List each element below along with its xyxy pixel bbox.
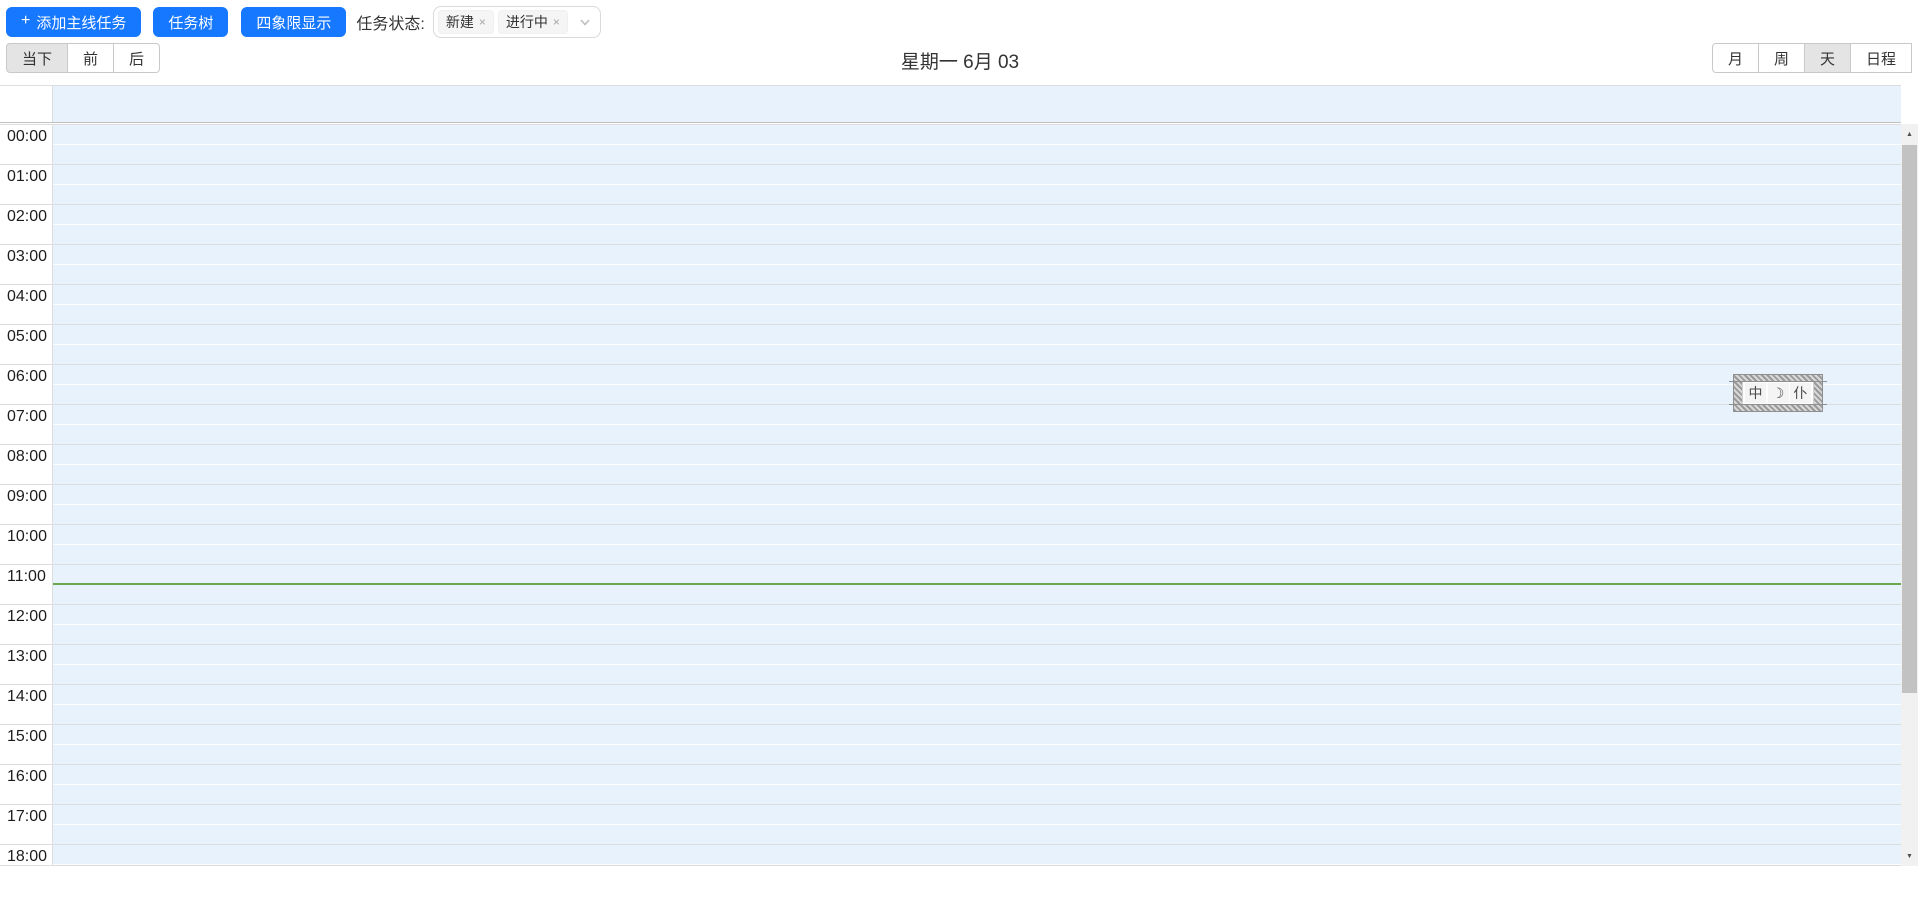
time-label: 13:00 (0, 645, 53, 684)
view-button[interactable]: 日程 (1850, 43, 1912, 73)
time-label: 11:00 (0, 565, 53, 604)
ime-mode-icon[interactable]: 中 (1745, 383, 1766, 403)
hour-row: 12:00 (0, 604, 1901, 644)
quadrant-display-button[interactable]: 四象限显示 (241, 7, 347, 37)
status-tag[interactable]: 进行中 × (497, 10, 568, 34)
time-label: 03:00 (0, 245, 53, 284)
hour-row: 00:00 (0, 124, 1901, 164)
hour-row: 08:00 (0, 444, 1901, 484)
status-tag[interactable]: 新建 × (437, 10, 494, 34)
time-slot[interactable] (53, 325, 1901, 364)
time-slot[interactable] (53, 605, 1901, 644)
hour-row: 17:00 (0, 804, 1901, 844)
view-button[interactable]: 天 (1804, 43, 1851, 73)
tag-close-icon[interactable]: × (553, 16, 560, 28)
time-label: 17:00 (0, 805, 53, 844)
hour-row: 04:00 (0, 284, 1901, 324)
plus-icon: + (21, 12, 31, 29)
time-label: 15:00 (0, 725, 53, 764)
all-day-gutter (0, 86, 53, 122)
time-label: 05:00 (0, 325, 53, 364)
ime-mode-icon[interactable]: ☽ (1767, 383, 1789, 403)
status-tag-label: 新建 (445, 14, 474, 30)
hour-row: 13:00 (0, 644, 1901, 684)
hour-row: 05:00 (0, 324, 1901, 364)
hour-row: 06:00 (0, 364, 1901, 404)
time-slot[interactable] (53, 285, 1901, 324)
top-toolbar: + 添加主线任务 任务树 四象限显示 任务状态: 新建 × 进行中 × (6, 6, 601, 38)
hour-row: 03:00 (0, 244, 1901, 284)
view-button[interactable]: 月 (1711, 43, 1759, 73)
time-slot[interactable] (53, 845, 1901, 865)
time-slot[interactable] (53, 125, 1901, 164)
tag-close-icon[interactable]: × (479, 16, 486, 28)
view-button[interactable]: 周 (1758, 43, 1805, 73)
view-switcher: 月 周 天 日程 (1711, 43, 1912, 73)
time-slot[interactable] (53, 365, 1901, 404)
scroll-up-icon[interactable]: ▲ (1901, 126, 1918, 142)
time-label: 04:00 (0, 285, 53, 324)
time-label: 07:00 (0, 405, 53, 444)
time-slot[interactable] (53, 165, 1901, 204)
time-label: 12:00 (0, 605, 53, 644)
ime-panel: 中 ☽ 仆 (1742, 381, 1814, 405)
hour-row: 02:00 (0, 204, 1901, 244)
calendar-title: 星期一 6月 03 (900, 52, 1020, 73)
all-day-lane[interactable] (53, 86, 1901, 122)
time-slot[interactable] (53, 205, 1901, 244)
time-slot[interactable] (53, 445, 1901, 484)
vertical-scrollbar[interactable]: ▲ ▼ (1901, 124, 1918, 866)
hour-row: 10:00 (0, 524, 1901, 564)
time-label: 09:00 (0, 485, 53, 524)
ime-mode-icon[interactable]: 仆 (1790, 383, 1811, 403)
task-tree-button[interactable]: 任务树 (153, 7, 229, 37)
current-time-indicator (53, 583, 1901, 585)
time-label: 00:00 (0, 125, 53, 164)
time-slot[interactable] (53, 405, 1901, 444)
hour-row: 15:00 (0, 724, 1901, 764)
scroll-down-icon[interactable]: ▼ (1901, 848, 1918, 864)
time-slot[interactable] (53, 645, 1901, 684)
hour-row: 07:00 (0, 404, 1901, 444)
time-slot[interactable] (53, 685, 1901, 724)
chevron-down-icon (580, 19, 590, 26)
time-slot[interactable] (53, 485, 1901, 524)
all-day-row (0, 85, 1901, 123)
task-status-select[interactable]: 新建 × 进行中 × (432, 6, 601, 38)
time-slot[interactable] (53, 525, 1901, 564)
time-slot[interactable] (53, 805, 1901, 844)
hour-row: 16:00 (0, 764, 1901, 804)
time-label: 06:00 (0, 365, 53, 404)
time-slot[interactable] (53, 725, 1901, 764)
time-slot[interactable] (53, 765, 1901, 804)
time-slot[interactable] (53, 245, 1901, 284)
hour-row: 18:00 (0, 844, 1901, 865)
calendar-nav-bar: 当下 前 后 星期一 6月 03 月 周 天 日程 (0, 43, 1920, 73)
time-label: 10:00 (0, 525, 53, 564)
add-main-task-button[interactable]: + 添加主线任务 (6, 7, 142, 37)
task-status-label: 任务状态: (356, 16, 425, 33)
hour-row: 01:00 (0, 164, 1901, 204)
time-label: 16:00 (0, 765, 53, 804)
scrollbar-thumb[interactable] (1902, 145, 1917, 693)
status-tag-label: 进行中 (505, 14, 548, 30)
time-label: 08:00 (0, 445, 53, 484)
time-label: 14:00 (0, 685, 53, 724)
ime-status-bar[interactable]: 中 ☽ 仆 (1729, 374, 1827, 412)
day-time-grid: 00:00 01:00 02:00 03:00 04:00 05:00 06:0… (0, 124, 1901, 866)
hour-row: 09:00 (0, 484, 1901, 524)
time-label: 01:00 (0, 165, 53, 204)
time-label: 18:00 (0, 845, 53, 865)
time-label: 02:00 (0, 205, 53, 244)
hour-row: 14:00 (0, 684, 1901, 724)
add-main-task-label: 添加主线任务 (36, 14, 127, 32)
